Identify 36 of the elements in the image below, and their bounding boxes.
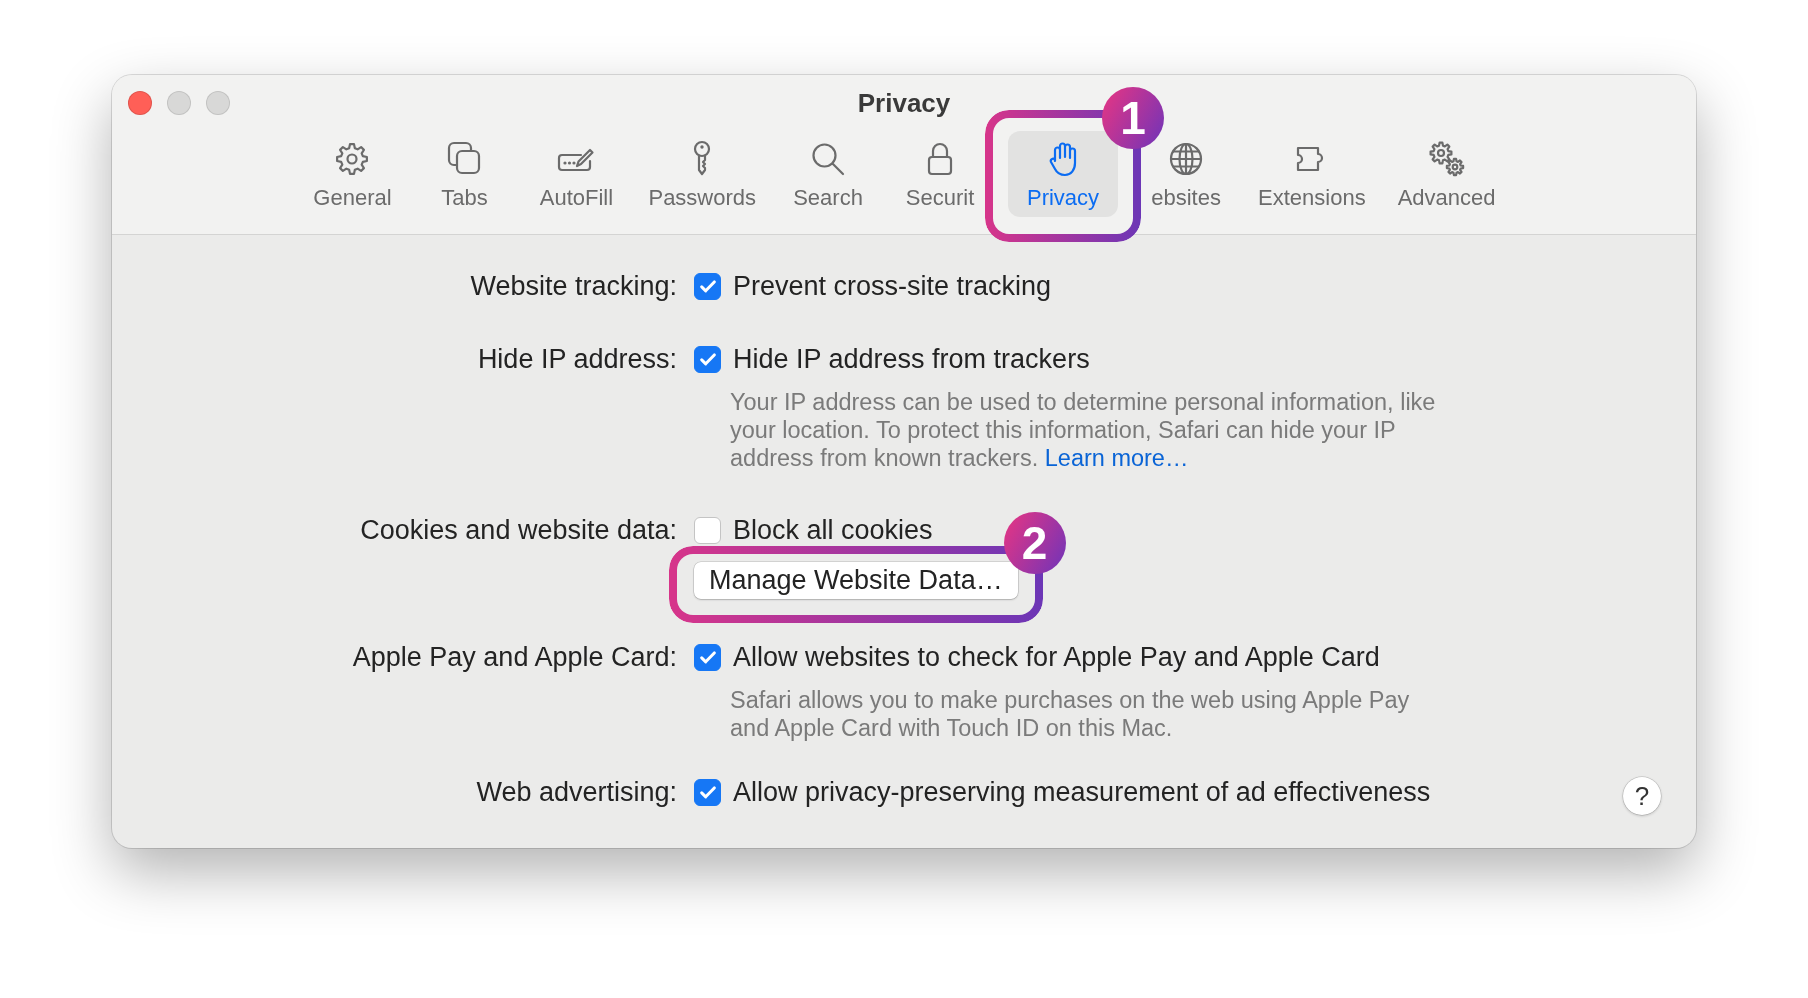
toolbar-tab[interactable]: Passwords bbox=[644, 131, 761, 217]
toolbar-tab[interactable]: AutoFill bbox=[532, 131, 621, 217]
gears-icon bbox=[1426, 139, 1467, 179]
checkbox-label[interactable]: Prevent cross-site tracking bbox=[733, 271, 1052, 301]
setting-label: Hide IP address: bbox=[476, 344, 677, 374]
checkbox-label[interactable]: Allow privacy-preserving measurement of ad effectiveness bbox=[733, 777, 1431, 807]
toolbar-tab[interactable]: Securit bbox=[896, 131, 985, 217]
checkbox[interactable] bbox=[694, 272, 721, 300]
toolbar-tab[interactable]: General bbox=[308, 131, 397, 217]
close-button[interactable] bbox=[128, 91, 152, 115]
checkbox[interactable] bbox=[694, 643, 721, 671]
checkbox[interactable] bbox=[694, 778, 721, 806]
setting-label: Cookies and website data: bbox=[359, 515, 677, 545]
callout-badge: 2 bbox=[1003, 512, 1066, 574]
setting-label: Web advertising: bbox=[475, 777, 677, 807]
callout-badge: 1 bbox=[1102, 87, 1165, 149]
checkbox-label[interactable]: Block all cookies bbox=[733, 515, 933, 545]
setting-label: Website tracking: bbox=[469, 271, 677, 301]
learn-more-link[interactable]: Learn more… bbox=[1044, 445, 1189, 471]
description-text: Your IP address can be used to determine personal information, like your location. To protect this information, Safari can hide your IP address from known trackers. Learn more… bbox=[730, 388, 1437, 472]
checkbox-label[interactable]: Allow websites to check for Apple Pay and Apple Card bbox=[733, 642, 1380, 672]
checkbox[interactable] bbox=[694, 516, 721, 544]
checkbox[interactable] bbox=[694, 345, 721, 373]
toolbar-tab[interactable]: Tabs bbox=[420, 131, 509, 217]
toolbar-tab[interactable]: Extensions bbox=[1254, 131, 1370, 217]
checkmark-icon bbox=[699, 279, 716, 293]
checkmark-icon bbox=[699, 650, 716, 664]
help-button[interactable]: ? bbox=[1623, 777, 1661, 815]
setting-label: Apple Pay and Apple Card: bbox=[351, 642, 677, 672]
checkmark-icon bbox=[699, 352, 716, 366]
toolbar-tab[interactable]: Advanced bbox=[1393, 131, 1500, 217]
description-text: Safari allows you to make purchases on the web using Apple Pay and Apple Card with Touch ID on this Mac. bbox=[730, 686, 1411, 742]
window-title: Privacy bbox=[857, 87, 951, 119]
checkmark-icon bbox=[699, 785, 716, 799]
toolbar-tab[interactable]: Search bbox=[784, 131, 873, 217]
checkbox-label[interactable]: Hide IP address from trackers bbox=[733, 344, 1090, 374]
